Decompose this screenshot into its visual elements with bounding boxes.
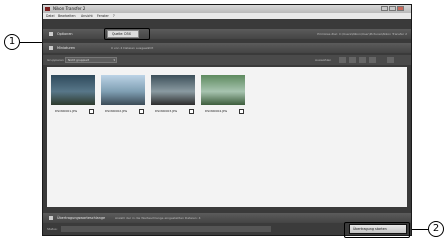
thumbnail-image[interactable] [201, 75, 245, 105]
expand-queue-icon[interactable] [49, 216, 53, 220]
selected-count: 0 von 4 Dateien ausgewählt [111, 46, 154, 50]
select-protected-icon[interactable] [359, 57, 366, 63]
queue-label: Übertragungswarteschlange [57, 216, 106, 220]
thumbnail-image[interactable] [51, 75, 95, 105]
thumbnail-checkbox[interactable] [239, 109, 244, 114]
status-label: Status: [47, 227, 58, 231]
thumbnail-filename: DSCN0001.JPG [55, 109, 78, 113]
nikon-transfer-window: Nikon Transfer 2 Datei Bearbeiten Ansich… [42, 4, 412, 236]
menu-item-file[interactable]: Datei [46, 13, 55, 19]
app-icon [45, 7, 50, 11]
chevron-down-icon: ▾ [113, 58, 115, 62]
select-all-icon[interactable] [339, 57, 346, 63]
callout-1: 1 [4, 34, 20, 50]
expand-options-icon[interactable] [49, 32, 53, 36]
options-label: Optionen [57, 32, 73, 36]
menu-bar: Datei Bearbeiten Ansicht Fenster ? [43, 13, 411, 19]
view-mode-icon[interactable] [387, 57, 394, 63]
menu-item-window[interactable]: Fenster [97, 13, 109, 19]
group-select-row: Gruppieren Nicht gruppiert ▾ Auswählen [43, 55, 411, 65]
close-button[interactable] [397, 6, 404, 11]
thumbnails-label: Miniaturen [57, 46, 76, 50]
window-title: Nikon Transfer 2 [53, 6, 86, 11]
maximize-button[interactable] [389, 6, 396, 11]
title-bar: Nikon Transfer 2 [43, 5, 411, 13]
thumbnail-image[interactable] [151, 75, 195, 105]
group-value: Nicht gruppiert [68, 58, 90, 62]
thumbnail-filename: DSCN0003.JPG [155, 109, 178, 113]
select-label: Auswählen [315, 58, 332, 62]
thumbnail-image[interactable] [101, 75, 145, 105]
callout-2-line [410, 229, 428, 230]
thumbnail-filename: DSCN0002.JPG [105, 109, 128, 113]
select-none-icon[interactable] [349, 57, 356, 63]
queue-info: Anzahl der in die Warteschlange eingeste… [115, 216, 201, 220]
menu-item-edit[interactable]: Bearbeiten [58, 13, 76, 19]
minimize-button[interactable] [381, 6, 388, 11]
source-highlight [104, 28, 150, 40]
menu-item-view[interactable]: Ansicht [81, 13, 93, 19]
collapse-thumbnails-icon[interactable] [49, 46, 53, 50]
group-select[interactable]: Nicht gruppiert ▾ [65, 57, 117, 63]
thumbnail-checkbox[interactable] [189, 109, 194, 114]
start-transfer-highlight [344, 222, 410, 238]
group-label: Gruppieren [47, 58, 64, 62]
status-field [61, 226, 271, 232]
options-bar: Optionen Quelle: D5X Primäres Ziel: C:\U… [43, 29, 411, 39]
thumbnail-checkbox[interactable] [139, 109, 144, 114]
target-info: Primäres Ziel: C:\Users\Nikon\User\Pictu… [317, 32, 407, 36]
thumbnails-bar: Miniaturen 0 von 4 Dateien ausgewählt [43, 43, 411, 53]
thumbnail-filename: DSCN0004.JPG [205, 109, 228, 113]
menu-item-help[interactable]: ? [113, 13, 115, 19]
select-new-icon[interactable] [369, 57, 376, 63]
thumbnail-checkbox[interactable] [89, 109, 94, 114]
callout-2: 2 [428, 221, 444, 237]
